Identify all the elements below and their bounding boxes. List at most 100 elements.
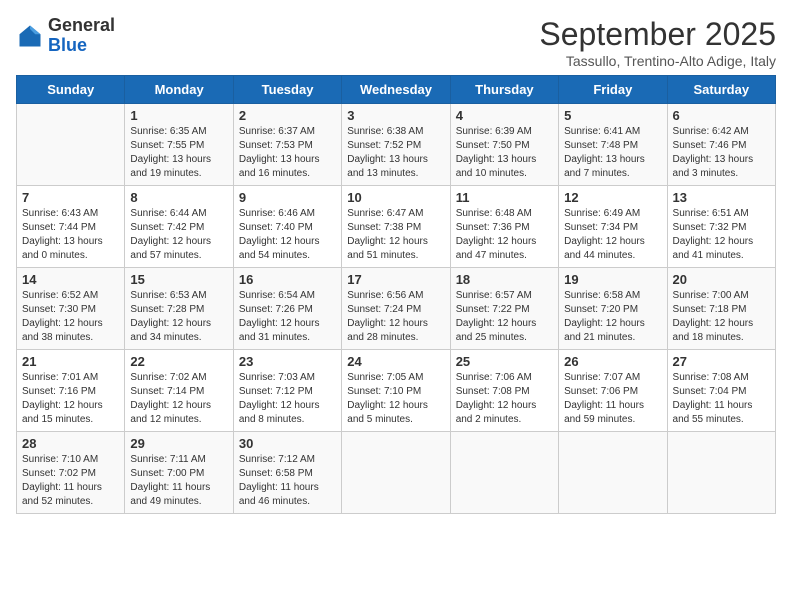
day-info: Sunrise: 6:47 AM Sunset: 7:38 PM Dayligh… — [347, 207, 444, 263]
calendar-cell: 24 Sunrise: 7:05 AM Sunset: 7:10 PM Dayli… — [342, 350, 450, 432]
day-number: 1 — [130, 108, 227, 123]
day-number: 23 — [239, 354, 336, 369]
calendar-week-1: 7Sunrise: 6:43 AM Sunset: 7:44 PM Daylig… — [17, 186, 776, 268]
day-info: Sunrise: 6:39 AM Sunset: 7:50 PM Dayligh… — [456, 125, 553, 181]
day-info: Sunrise: 7:12 AM Sunset: 6:58 PM Dayligh… — [239, 453, 336, 509]
day-info: Sunrise: 6:53 AM Sunset: 7:28 PM Dayligh… — [130, 289, 227, 345]
calendar-week-4: 28 Sunrise: 7:10 AM Sunset: 7:02 PM Dayli… — [17, 432, 776, 514]
calendar-week-3: 21 Sunrise: 7:01 AM Sunset: 7:16 PM Dayli… — [17, 350, 776, 432]
day-info: Sunrise: 6:37 AM Sunset: 7:53 PM Dayligh… — [239, 125, 336, 181]
calendar-cell — [342, 432, 450, 514]
calendar-cell: 19 Sunrise: 6:58 AM Sunset: 7:20 PM Dayli… — [559, 268, 667, 350]
calendar-cell — [450, 432, 558, 514]
calendar-cell: 10 Sunrise: 6:47 AM Sunset: 7:38 PM Dayli… — [342, 186, 450, 268]
calendar-cell — [559, 432, 667, 514]
day-header-thursday: Thursday — [450, 76, 558, 104]
day-info: Sunrise: 7:02 AM Sunset: 7:14 PM Dayligh… — [130, 371, 227, 427]
calendar-cell: 3 Sunrise: 6:38 AM Sunset: 7:52 PM Daylig… — [342, 104, 450, 186]
calendar-cell: 20Sunrise: 7:00 AM Sunset: 7:18 PM Dayli… — [667, 268, 775, 350]
day-header-monday: Monday — [125, 76, 233, 104]
day-info: Sunrise: 6:42 AM Sunset: 7:46 PM Dayligh… — [673, 125, 770, 181]
day-header-friday: Friday — [559, 76, 667, 104]
calendar-cell: 5Sunrise: 6:41 AM Sunset: 7:48 PM Daylig… — [559, 104, 667, 186]
day-number: 19 — [564, 272, 661, 287]
logo-text: General Blue — [48, 16, 115, 56]
day-info: Sunrise: 6:44 AM Sunset: 7:42 PM Dayligh… — [130, 207, 227, 263]
calendar-cell: 16Sunrise: 6:54 AM Sunset: 7:26 PM Dayli… — [233, 268, 341, 350]
day-header-tuesday: Tuesday — [233, 76, 341, 104]
day-info: Sunrise: 6:54 AM Sunset: 7:26 PM Dayligh… — [239, 289, 336, 345]
day-info: Sunrise: 6:49 AM Sunset: 7:34 PM Dayligh… — [564, 207, 661, 263]
subtitle: Tassullo, Trentino-Alto Adige, Italy — [539, 53, 776, 69]
calendar-cell: 12 Sunrise: 6:49 AM Sunset: 7:34 PM Dayli… — [559, 186, 667, 268]
day-number: 2 — [239, 108, 336, 123]
calendar-cell: 6 Sunrise: 6:42 AM Sunset: 7:46 PM Daylig… — [667, 104, 775, 186]
day-info: Sunrise: 7:01 AM Sunset: 7:16 PM Dayligh… — [22, 371, 119, 427]
day-info: Sunrise: 7:08 AM Sunset: 7:04 PM Dayligh… — [673, 371, 770, 427]
logo-icon — [16, 22, 44, 50]
calendar-cell: 28 Sunrise: 7:10 AM Sunset: 7:02 PM Dayli… — [17, 432, 125, 514]
calendar-cell: 27 Sunrise: 7:08 AM Sunset: 7:04 PM Dayli… — [667, 350, 775, 432]
day-header-wednesday: Wednesday — [342, 76, 450, 104]
day-info: Sunrise: 6:58 AM Sunset: 7:20 PM Dayligh… — [564, 289, 661, 345]
logo: General Blue — [16, 16, 115, 56]
day-number: 6 — [673, 108, 770, 123]
calendar-cell: 29 Sunrise: 7:11 AM Sunset: 7:00 PM Dayli… — [125, 432, 233, 514]
day-number: 3 — [347, 108, 444, 123]
calendar-cell: 11Sunrise: 6:48 AM Sunset: 7:36 PM Dayli… — [450, 186, 558, 268]
calendar-cell: 17 Sunrise: 6:56 AM Sunset: 7:24 PM Dayli… — [342, 268, 450, 350]
calendar-cell: 22 Sunrise: 7:02 AM Sunset: 7:14 PM Dayli… — [125, 350, 233, 432]
day-info: Sunrise: 7:07 AM Sunset: 7:06 PM Dayligh… — [564, 371, 661, 427]
day-header-saturday: Saturday — [667, 76, 775, 104]
day-number: 22 — [130, 354, 227, 369]
calendar-cell: 26 Sunrise: 7:07 AM Sunset: 7:06 PM Dayli… — [559, 350, 667, 432]
day-info: Sunrise: 7:11 AM Sunset: 7:00 PM Dayligh… — [130, 453, 227, 509]
header-row: SundayMondayTuesdayWednesdayThursdayFrid… — [17, 76, 776, 104]
day-number: 9 — [239, 190, 336, 205]
calendar-cell: 21 Sunrise: 7:01 AM Sunset: 7:16 PM Dayli… — [17, 350, 125, 432]
calendar-cell: 18Sunrise: 6:57 AM Sunset: 7:22 PM Dayli… — [450, 268, 558, 350]
day-number: 28 — [22, 436, 119, 451]
calendar-cell: 9Sunrise: 6:46 AM Sunset: 7:40 PM Daylig… — [233, 186, 341, 268]
calendar-header: SundayMondayTuesdayWednesdayThursdayFrid… — [17, 76, 776, 104]
calendar-week-2: 14Sunrise: 6:52 AM Sunset: 7:30 PM Dayli… — [17, 268, 776, 350]
day-number: 12 — [564, 190, 661, 205]
day-number: 15 — [130, 272, 227, 287]
day-number: 27 — [673, 354, 770, 369]
calendar-week-0: 1Sunrise: 6:35 AM Sunset: 7:55 PM Daylig… — [17, 104, 776, 186]
day-info: Sunrise: 6:48 AM Sunset: 7:36 PM Dayligh… — [456, 207, 553, 263]
day-info: Sunrise: 6:51 AM Sunset: 7:32 PM Dayligh… — [673, 207, 770, 263]
calendar-cell: 13 Sunrise: 6:51 AM Sunset: 7:32 PM Dayli… — [667, 186, 775, 268]
day-info: Sunrise: 6:56 AM Sunset: 7:24 PM Dayligh… — [347, 289, 444, 345]
day-number: 4 — [456, 108, 553, 123]
day-number: 24 — [347, 354, 444, 369]
day-info: Sunrise: 6:57 AM Sunset: 7:22 PM Dayligh… — [456, 289, 553, 345]
calendar-cell: 30 Sunrise: 7:12 AM Sunset: 6:58 PM Dayli… — [233, 432, 341, 514]
day-number: 26 — [564, 354, 661, 369]
day-number: 29 — [130, 436, 227, 451]
calendar-table: SundayMondayTuesdayWednesdayThursdayFrid… — [16, 75, 776, 514]
day-number: 25 — [456, 354, 553, 369]
title-area: September 2025 Tassullo, Trentino-Alto A… — [539, 16, 776, 69]
day-info: Sunrise: 6:38 AM Sunset: 7:52 PM Dayligh… — [347, 125, 444, 181]
day-info: Sunrise: 7:06 AM Sunset: 7:08 PM Dayligh… — [456, 371, 553, 427]
day-number: 20 — [673, 272, 770, 287]
day-info: Sunrise: 7:10 AM Sunset: 7:02 PM Dayligh… — [22, 453, 119, 509]
day-number: 10 — [347, 190, 444, 205]
day-number: 21 — [22, 354, 119, 369]
calendar-cell: 8 Sunrise: 6:44 AM Sunset: 7:42 PM Daylig… — [125, 186, 233, 268]
month-title: September 2025 — [539, 16, 776, 53]
day-number: 7 — [22, 190, 119, 205]
calendar-body: 1Sunrise: 6:35 AM Sunset: 7:55 PM Daylig… — [17, 104, 776, 514]
day-number: 13 — [673, 190, 770, 205]
day-info: Sunrise: 7:05 AM Sunset: 7:10 PM Dayligh… — [347, 371, 444, 427]
header: General Blue September 2025 Tassullo, Tr… — [16, 16, 776, 69]
calendar-cell: 1Sunrise: 6:35 AM Sunset: 7:55 PM Daylig… — [125, 104, 233, 186]
day-info: Sunrise: 7:03 AM Sunset: 7:12 PM Dayligh… — [239, 371, 336, 427]
calendar-cell — [17, 104, 125, 186]
day-number: 5 — [564, 108, 661, 123]
day-number: 17 — [347, 272, 444, 287]
day-number: 30 — [239, 436, 336, 451]
day-number: 8 — [130, 190, 227, 205]
calendar-cell: 7Sunrise: 6:43 AM Sunset: 7:44 PM Daylig… — [17, 186, 125, 268]
